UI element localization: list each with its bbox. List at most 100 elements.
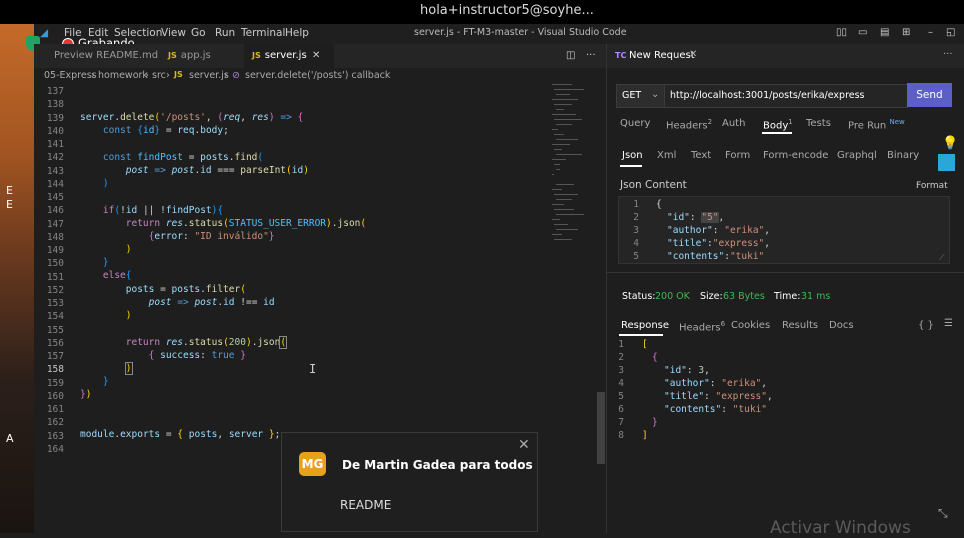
- close-tab-icon[interactable]: ✕: [312, 44, 320, 68]
- line-number: 6: [618, 404, 624, 415]
- response-line: }: [652, 417, 658, 428]
- body-type-xml[interactable]: Xml: [657, 150, 676, 161]
- minimize-icon[interactable]: –: [928, 27, 933, 38]
- menu-help[interactable]: Help: [285, 27, 309, 39]
- lightbulb-icon[interactable]: 💡: [942, 136, 958, 151]
- tab-new-request[interactable]: New Request: [629, 50, 695, 61]
- expand-icon[interactable]: ⤡: [938, 506, 948, 521]
- body-type-binary[interactable]: Binary: [887, 150, 919, 161]
- response-line: "author": "erika",: [664, 378, 767, 389]
- menu-run[interactable]: Run: [215, 27, 235, 39]
- desktop-wallpaper: E E A: [0, 24, 34, 533]
- panel-divider: [606, 272, 964, 273]
- code-line: else{: [102, 270, 132, 281]
- menu-go[interactable]: Go: [191, 27, 206, 39]
- time-label: Time:: [774, 291, 801, 302]
- minimap-line: [556, 154, 582, 155]
- format-button[interactable]: Format: [916, 181, 948, 191]
- tab-readme-preview[interactable]: Preview README.md: [54, 44, 169, 68]
- minimap-line: [552, 84, 572, 85]
- minimap-line: [556, 94, 570, 95]
- minimap[interactable]: [548, 84, 598, 264]
- line-number: 146: [46, 205, 64, 217]
- tab-tests[interactable]: Tests: [806, 118, 831, 129]
- tab-response-headers[interactable]: Headers6: [679, 320, 725, 333]
- notification-toast[interactable]: MG De Martin Gadea para todos README ✕: [281, 432, 538, 532]
- split-editor-icon[interactable]: ◫: [566, 44, 575, 68]
- menu-icon[interactable]: ☰: [944, 318, 953, 329]
- body-type-form[interactable]: Form: [725, 150, 750, 161]
- minimap-line: [554, 149, 562, 150]
- body-type-graphql[interactable]: Graphql: [837, 150, 877, 161]
- tab-headers[interactable]: Headers2: [666, 118, 712, 131]
- line-number: 5: [633, 251, 639, 262]
- body-type-form-encode[interactable]: Form-encode: [763, 150, 828, 161]
- minimap-line: [554, 134, 564, 135]
- tab-auth[interactable]: Auth: [722, 118, 745, 129]
- tab-results[interactable]: Results: [782, 320, 818, 331]
- close-tab-icon[interactable]: ✕: [689, 49, 697, 60]
- json-body-editor[interactable]: 1 { 2 "id": "5", 3 "author": "erika", 4 …: [618, 196, 950, 264]
- response-body-viewer[interactable]: 1 2 3 4 5 6 7 8 [ { "id": 3, "author": "erika",…: [612, 337, 962, 441]
- response-line: ]: [642, 430, 648, 441]
- json-line: {: [656, 199, 662, 210]
- tab-app-js[interactable]: JS app.js: [168, 44, 248, 68]
- chevron-down-icon: ⌄: [651, 89, 660, 100]
- breadcrumb-item[interactable]: homework: [98, 70, 148, 81]
- size-value: 63 Bytes: [723, 291, 765, 302]
- send-button[interactable]: Send: [907, 83, 952, 107]
- layout-toggle-icon[interactable]: ▯▯: [836, 27, 847, 38]
- code-line: ): [124, 362, 133, 375]
- body-type-text[interactable]: Text: [691, 150, 711, 161]
- tab-query[interactable]: Query: [620, 118, 650, 129]
- breadcrumb-separator: ›: [145, 70, 149, 81]
- minimap-line: [554, 104, 572, 105]
- line-number: 145: [46, 192, 64, 203]
- tab-server-js[interactable]: JS server.js ✕: [244, 44, 334, 68]
- breadcrumb-item[interactable]: server.js: [189, 70, 229, 81]
- tab-body[interactable]: Body1: [763, 118, 793, 131]
- line-number: 4: [618, 378, 624, 389]
- code-line: return res.status(STATUS_USER_ERROR).jso…: [125, 218, 367, 229]
- body-type-json[interactable]: Json: [622, 150, 643, 161]
- sidebar-toggle-icon[interactable]: ▭: [858, 27, 867, 38]
- more-actions-icon[interactable]: ···: [586, 44, 596, 68]
- tab-docs[interactable]: Docs: [829, 320, 854, 331]
- tab-cookies[interactable]: Cookies: [731, 320, 770, 331]
- panel-toggle-icon[interactable]: ▤: [880, 27, 889, 38]
- method-select[interactable]: GET ⌄: [616, 84, 666, 108]
- code-line: return res.status(200).json(: [125, 336, 288, 349]
- line-number: 154: [46, 311, 64, 323]
- scrollbar-thumb[interactable]: [597, 392, 605, 464]
- response-line: "contents": "tuki": [664, 404, 767, 415]
- minimap-line: [552, 219, 560, 220]
- line-number: 3: [633, 225, 639, 236]
- response-line: {: [652, 352, 658, 363]
- minimap-line: [556, 199, 572, 200]
- breadcrumb-item[interactable]: src: [152, 70, 166, 81]
- editor-scrollbar[interactable]: [596, 84, 606, 533]
- line-number: 2: [618, 352, 624, 363]
- tab-response[interactable]: Response: [621, 320, 669, 331]
- size-label: Size:: [700, 291, 723, 302]
- close-icon[interactable]: ✕: [518, 437, 530, 453]
- code-line: post => post.id !== id: [148, 297, 275, 308]
- restore-icon[interactable]: ◱: [946, 27, 955, 38]
- method-value: GET: [622, 90, 642, 101]
- customize-layout-icon[interactable]: ⊞: [902, 27, 910, 38]
- url-input[interactable]: http://localhost:3001/posts/erika/expres…: [664, 84, 908, 108]
- breadcrumb-item[interactable]: server.delete('/posts') callback: [245, 70, 390, 81]
- feedback-icon[interactable]: [938, 154, 955, 171]
- breadcrumb-item[interactable]: 05-Express: [44, 70, 97, 81]
- menu-view[interactable]: View: [161, 27, 186, 39]
- line-number: 148: [46, 231, 64, 243]
- minimap-line: [552, 234, 562, 235]
- js-file-icon: JS: [174, 70, 183, 79]
- braces-toggle-icon[interactable]: { }: [918, 320, 934, 331]
- more-actions-icon[interactable]: ···: [943, 49, 953, 60]
- avatar: MG: [299, 452, 326, 476]
- menu-terminal[interactable]: Terminal: [241, 27, 285, 39]
- js-file-icon: JS: [252, 51, 261, 60]
- resize-handle-icon[interactable]: ⟋: [939, 253, 945, 263]
- tab-pre-run[interactable]: Pre Run New: [848, 118, 905, 131]
